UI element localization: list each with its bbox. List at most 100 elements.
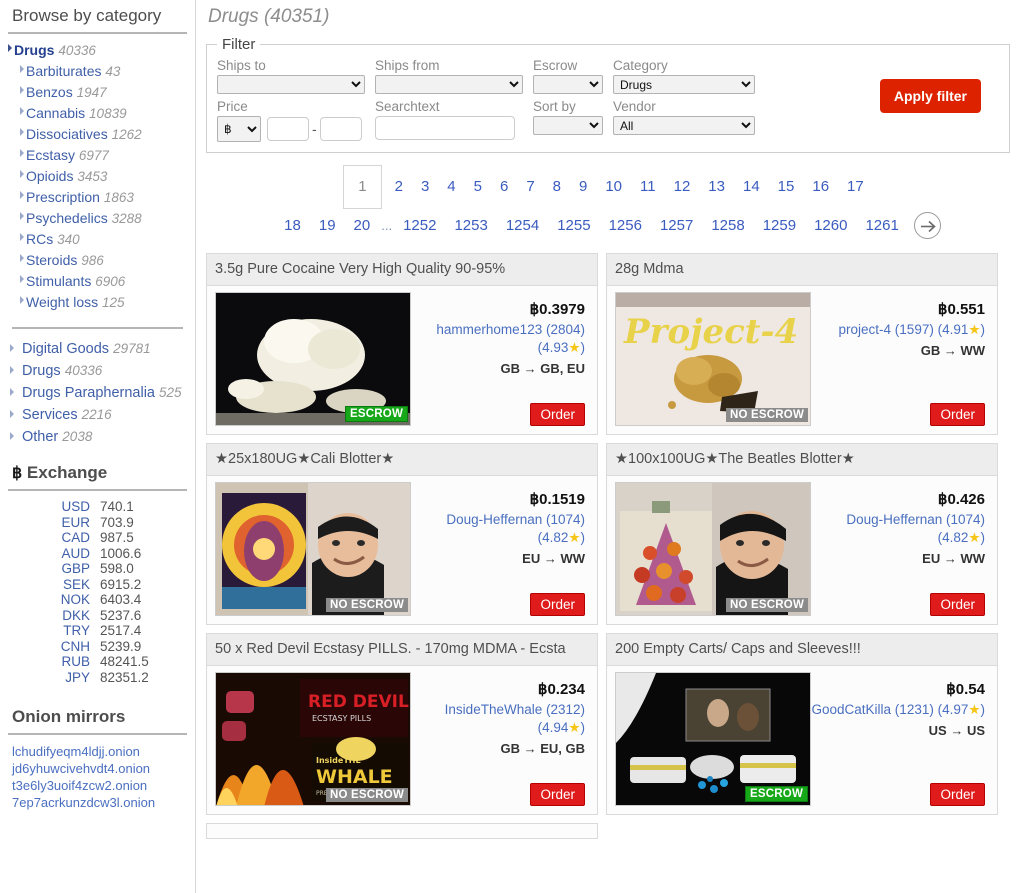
pagination-page-link[interactable]: 4 [438,170,464,204]
onion-mirror-item[interactable]: t3e6ly3uoif4zcw2.onion [12,777,187,794]
ships-to-select[interactable] [217,75,365,94]
order-button[interactable]: Order [930,403,985,426]
escrow-select[interactable] [533,75,603,94]
sidebar-category-item[interactable]: Prescription 1863 [8,187,187,208]
listing-title[interactable]: 28g Mdma [607,254,997,286]
sidebar-category-link[interactable]: Drugs [14,42,54,58]
listing-card[interactable]: ★25x180UG★Cali Blotter★ NO ESCROW ฿0.1519 D… [206,443,598,625]
listing-title[interactable]: 3.5g Pure Cocaine Very High Quality 90-9… [207,254,597,286]
listing-card-partial[interactable] [206,823,598,839]
onion-mirror-link[interactable]: t3e6ly3uoif4zcw2.onion [12,778,147,793]
price-max-input[interactable] [319,117,362,141]
listing-title[interactable]: ★100x100UG★The Beatles Blotter★ [607,444,997,476]
pagination-page-link[interactable]: 1252 [394,209,445,243]
sidebar-category-item[interactable]: Opioids 3453 [8,166,187,187]
pagination-page-link[interactable]: 6 [491,170,517,204]
sidebar-category-item[interactable]: Psychedelics 3288 [8,208,187,229]
pagination-page-link[interactable]: 1253 [445,209,496,243]
pagination-page-link[interactable]: 1254 [497,209,548,243]
order-button[interactable]: Order [530,403,585,426]
order-button[interactable]: Order [530,783,585,806]
onion-mirror-link[interactable]: 7ep7acrkunzdcw3l.onion [12,795,155,810]
pagination-page-link[interactable]: 1256 [600,209,651,243]
pagination-page-link[interactable]: 13 [699,170,734,204]
listing-image[interactable]: ESCROW [615,672,811,806]
listing-vendor-link[interactable]: InsideTheWhale (2312) [445,702,585,717]
order-button[interactable]: Order [930,783,985,806]
sidebar-category-item[interactable]: Stimulants 6906 [8,271,187,292]
onion-mirror-link[interactable]: lchudifyeqm4ldjj.onion [12,744,140,759]
sidebar-category-link[interactable]: Benzos [26,84,73,100]
sidebar-category-link[interactable]: RCs [26,231,53,247]
onion-mirror-item[interactable]: jd6yhuwcivehvdt4.onion [12,760,187,777]
pagination-page-link[interactable]: 17 [838,170,873,204]
listing-vendor-link[interactable]: hammerhome123 (2804) [436,322,585,337]
pagination-next-button[interactable] [913,212,941,240]
sidebar-category-link[interactable]: Barbiturates [26,63,101,79]
pagination-page-link[interactable]: 1261 [856,209,907,243]
sidebar-category-link[interactable]: Prescription [26,189,100,205]
sidebar-top-category-link[interactable]: Drugs [22,363,61,379]
pagination-page-link[interactable]: 19 [310,209,345,243]
sidebar-category-link[interactable]: Opioids [26,168,73,184]
sidebar-category-link[interactable]: Psychedelics [26,210,108,226]
price-currency-select[interactable]: ฿ [217,116,261,142]
listing-card[interactable]: 3.5g Pure Cocaine Very High Quality 90-9… [206,253,598,435]
listing-thumbnail-wrap[interactable]: NO ESCROW [215,482,411,616]
sidebar-category-link[interactable]: Dissociatives [26,126,108,142]
listing-card[interactable]: 200 Empty Carts/ Caps and Sleeves!!! ESCR… [606,633,998,815]
sidebar-category-link[interactable]: Ecstasy [26,147,75,163]
listing-vendor-link[interactable]: Doug-Heffernan (1074) [846,512,985,527]
sidebar-top-category-item[interactable]: Other 2038 [8,427,187,447]
sidebar-top-category-item[interactable]: Drugs Paraphernalia 525 [8,383,187,403]
listing-thumbnail-wrap[interactable]: Project-4 NO ESCROW [615,292,811,426]
sidebar-category-link[interactable]: Cannabis [26,105,85,121]
pagination-page-link[interactable]: 16 [803,170,838,204]
order-button[interactable]: Order [930,593,985,616]
pagination-page-link[interactable]: 12 [665,170,700,204]
sidebar-top-category-item[interactable]: Digital Goods 29781 [8,339,187,359]
onion-mirror-item[interactable]: 7ep7acrkunzdcw3l.onion [12,794,187,811]
sidebar-top-category-link[interactable]: Drugs Paraphernalia [22,385,155,401]
pagination-page-link[interactable]: 1259 [754,209,805,243]
sidebar-category-item[interactable]: Benzos 1947 [8,82,187,103]
sidebar-category-item[interactable]: Cannabis 10839 [8,103,187,124]
listing-thumbnail-wrap[interactable]: ESCROW [215,292,411,426]
pagination-page-link[interactable]: 5 [465,170,491,204]
sidebar-category-item[interactable]: Weight loss 125 [8,292,187,313]
listing-card[interactable]: ★100x100UG★The Beatles Blotter★ NO ESCROW… [606,443,998,625]
listing-title[interactable]: 200 Empty Carts/ Caps and Sleeves!!! [607,634,997,666]
pagination-page-link[interactable]: 2 [386,170,412,204]
searchtext-input[interactable] [375,116,515,140]
sidebar-category-item[interactable]: Dissociatives 1262 [8,124,187,145]
pagination-page-link[interactable]: 7 [517,170,543,204]
listing-vendor-link[interactable]: GoodCatKilla (1231) [812,702,934,717]
pagination-page-link[interactable]: 10 [596,170,631,204]
listing-thumbnail-wrap[interactable]: NO ESCROW [615,482,811,616]
sidebar-top-category-link[interactable]: Services [22,407,78,423]
pagination-page-link[interactable]: 11 [631,170,665,204]
sidebar-category-link[interactable]: Weight loss [26,294,98,310]
vendor-select[interactable]: All [613,116,755,135]
onion-mirror-link[interactable]: jd6yhuwcivehvdt4.onion [12,761,150,776]
sidebar-category-link[interactable]: Steroids [26,252,77,268]
category-select[interactable]: Drugs [613,75,755,94]
listing-card[interactable]: 28g Mdma Project-4 NO ESCROW ฿0.551 project-… [606,253,998,435]
pagination-page-link[interactable]: 3 [412,170,438,204]
sidebar-category-item[interactable]: Ecstasy 6977 [8,145,187,166]
listing-thumbnail-wrap[interactable]: ESCROW [615,672,811,806]
listing-title[interactable]: 50 x Red Devil Ecstasy PILLS. - 170mg MD… [207,634,597,666]
onion-mirror-item[interactable]: lchudifyeqm4ldjj.onion [12,743,187,760]
listing-image[interactable]: RED DEVILSECSTASY PILLSInsideTHEWHALEPRE… [215,672,411,806]
pagination-page-link[interactable]: 15 [769,170,804,204]
pagination-page-link[interactable]: 1258 [702,209,753,243]
listing-thumbnail-wrap[interactable]: RED DEVILSECSTASY PILLSInsideTHEWHALEPRE… [215,672,411,806]
sidebar-top-category-item[interactable]: Services 2216 [8,405,187,425]
sidebar-category-link[interactable]: Stimulants [26,273,91,289]
pagination-page-link[interactable]: 18 [275,209,310,243]
pagination-page-link[interactable]: 20 [345,209,380,243]
pagination-page-link[interactable]: 8 [544,170,570,204]
listing-image[interactable]: Project-4 NO ESCROW [615,292,811,426]
listing-image[interactable]: NO ESCROW [615,482,811,616]
sidebar-top-category-link[interactable]: Digital Goods [22,341,109,357]
